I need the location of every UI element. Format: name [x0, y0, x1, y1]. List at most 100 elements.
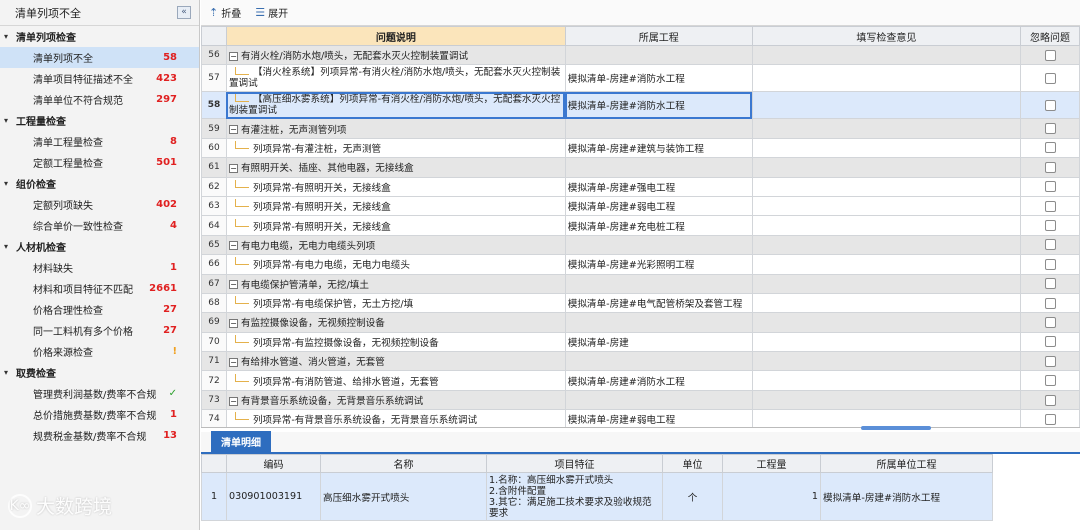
issue-description-cell[interactable]: 列项异常-有电力电缆，无电力电缆头 — [225, 254, 566, 275]
expand-caret-icon[interactable]: ▾ — [4, 116, 16, 125]
ignore-checkbox[interactable] — [1044, 316, 1056, 328]
project-cell[interactable] — [564, 273, 753, 294]
detail-unit[interactable]: 个 — [662, 472, 723, 521]
issue-group-row[interactable]: 73− 有背景音乐系统设备，无背景音乐系统调试 — [201, 389, 1080, 411]
ignore-checkbox[interactable] — [1044, 72, 1056, 84]
opinion-input-cell[interactable] — [751, 195, 1022, 217]
ignore-checkbox[interactable] — [1044, 123, 1056, 135]
sidebar-item[interactable]: 材料缺失 1 — [0, 257, 199, 278]
opinion-input-cell[interactable] — [751, 118, 1022, 139]
detail-owner[interactable]: 模拟清单-房建#消防水工程 — [820, 472, 993, 521]
sidebar-group[interactable]: ▾ 清单列项检查 — [0, 26, 199, 47]
ignore-checkbox[interactable] — [1044, 99, 1056, 111]
issue-description-cell[interactable]: − 有电力电缆，无电力电缆头列项 — [225, 234, 566, 256]
ignore-checkbox[interactable] — [1044, 278, 1056, 290]
detail-row[interactable]: 1 030901003191 高压细水雾开式喷头 1.名称：高压细水雾开式喷头 2.含附… — [201, 472, 993, 521]
opinion-input-cell[interactable] — [751, 389, 1022, 411]
issue-row[interactable]: 60 列项异常-有灌注桩，无声测管 模拟清单-房建#建筑与装饰工程 — [201, 137, 1080, 159]
project-cell[interactable]: 模拟清单-房建#消防水工程 — [564, 370, 753, 391]
expand-caret-icon[interactable]: ▾ — [4, 368, 16, 377]
issue-group-row[interactable]: 59− 有灌注桩，无声测管列项 — [201, 118, 1080, 139]
opinion-input-cell[interactable] — [751, 137, 1022, 159]
sidebar-item[interactable]: 清单单位不符合规范 297 — [0, 89, 199, 110]
opinion-input-cell[interactable] — [751, 351, 1022, 372]
issue-description-cell[interactable]: 列项异常-有照明开关，无接线盒 — [225, 215, 566, 236]
opinion-input-cell[interactable] — [751, 157, 1022, 178]
project-cell[interactable]: 模拟清单-房建#强电工程 — [564, 176, 753, 197]
sidebar-item[interactable]: 清单列项不全 58 — [0, 47, 199, 68]
ignore-checkbox[interactable] — [1044, 413, 1056, 425]
issue-description-cell[interactable]: − 有照明开关、插座、其他电器，无接线盒 — [225, 157, 566, 178]
detail-header-owner[interactable]: 所属单位工程 — [820, 454, 993, 473]
sidebar-group[interactable]: ▾ 取费检查 — [0, 362, 199, 383]
issue-group-row[interactable]: 71− 有给排水管道、消火管道，无套管 — [201, 351, 1080, 372]
issue-row[interactable]: 72 列项异常-有消防管道、给排水管道，无套管 模拟清单-房建#消防水工程 — [201, 370, 1080, 391]
project-cell[interactable] — [564, 389, 753, 411]
panel-splitter-handle[interactable] — [861, 426, 931, 430]
issue-group-row[interactable]: 69− 有监控摄像设备，无视频控制设备 — [201, 312, 1080, 333]
issue-description-cell[interactable]: 【高压细水雾系统】列项异常-有消火栓/消防水炮/喷头，无配套水灭火控制装置调试 — [225, 91, 566, 120]
project-cell[interactable] — [564, 118, 753, 139]
ignore-checkbox[interactable] — [1044, 239, 1056, 251]
ignore-checkbox[interactable] — [1044, 375, 1056, 387]
issue-description-cell[interactable]: − 有背景音乐系统设备，无背景音乐系统调试 — [225, 389, 566, 411]
column-header-project[interactable]: 所属工程 — [564, 26, 753, 46]
collapse-node-icon[interactable]: − — [228, 318, 238, 328]
opinion-input-cell[interactable] — [751, 273, 1022, 294]
issue-row[interactable]: 63 列项异常-有照明开关，无接线盒 模拟清单-房建#弱电工程 — [201, 195, 1080, 217]
project-cell[interactable] — [564, 234, 753, 256]
collapse-all-button[interactable]: ⇡ 折叠 — [209, 5, 241, 20]
detail-code[interactable]: 030901003191 — [226, 472, 321, 521]
expand-caret-icon[interactable]: ▾ — [4, 32, 16, 41]
issue-row[interactable]: 64 列项异常-有照明开关，无接线盒 模拟清单-房建#充电桩工程 — [201, 215, 1080, 236]
project-cell[interactable] — [564, 312, 753, 333]
ignore-checkbox[interactable] — [1044, 220, 1056, 232]
detail-header-name[interactable]: 名称 — [320, 454, 487, 473]
expand-caret-icon[interactable]: ▾ — [4, 179, 16, 188]
collapse-node-icon[interactable]: − — [228, 241, 238, 251]
opinion-input-cell[interactable] — [751, 331, 1022, 353]
expand-caret-icon[interactable]: ▾ — [4, 242, 16, 251]
sidebar-item[interactable]: 价格合理性检查 27 — [0, 299, 199, 320]
issue-description-cell[interactable]: 列项异常-有灌注桩，无声测管 — [225, 137, 566, 159]
detail-name[interactable]: 高压细水雾开式喷头 — [320, 472, 487, 521]
sidebar-item[interactable]: 清单项目特征描述不全 423 — [0, 68, 199, 89]
issue-row[interactable]: 66 列项异常-有电力电缆，无电力电缆头 模拟清单-房建#光彩照明工程 — [201, 254, 1080, 275]
project-cell[interactable]: 模拟清单-房建#建筑与装饰工程 — [564, 137, 753, 159]
detail-header-code[interactable]: 编码 — [226, 454, 321, 473]
ignore-checkbox[interactable] — [1044, 258, 1056, 270]
issue-group-row[interactable]: 56− 有消火栓/消防水炮/喷头，无配套水灭火控制装置调试 — [201, 44, 1080, 66]
collapse-sidebar-icon[interactable]: « — [177, 6, 191, 19]
detail-quantity[interactable]: 1 — [722, 472, 821, 521]
issue-description-cell[interactable]: 列项异常-有监控摄像设备，无视频控制设备 — [225, 331, 566, 353]
sidebar-item[interactable]: 规费税金基数/费率不合规 13 — [0, 425, 199, 446]
issue-description-cell[interactable]: − 有电缆保护管清单，无挖/填土 — [225, 273, 566, 294]
ignore-checkbox[interactable] — [1044, 200, 1056, 212]
issue-row[interactable]: 57 【消火栓系统】列项异常-有消火栓/消防水炮/喷头，无配套水灭火控制装置调试模… — [201, 64, 1080, 93]
project-cell[interactable]: 模拟清单-房建#消防水工程 — [564, 64, 753, 93]
project-cell[interactable]: 模拟清单-房建#弱电工程 — [564, 409, 753, 427]
issue-description-cell[interactable]: 列项异常-有电缆保护管，无土方挖/填 — [225, 292, 566, 314]
expand-all-button[interactable]: ☰ 展开 — [255, 5, 288, 20]
sidebar-item[interactable]: 管理费利润基数/费率不合规 ✓ — [0, 383, 199, 404]
opinion-input-cell[interactable] — [751, 292, 1022, 314]
collapse-node-icon[interactable]: − — [228, 357, 238, 367]
detail-row-number[interactable]: 1 — [201, 472, 227, 521]
project-cell[interactable]: 模拟清单-房建#充电桩工程 — [564, 215, 753, 236]
opinion-input-cell[interactable] — [751, 64, 1022, 93]
issue-description-cell[interactable]: − 有灌注桩，无声测管列项 — [225, 118, 566, 139]
collapse-node-icon[interactable]: − — [228, 396, 238, 406]
opinion-input-cell[interactable] — [751, 312, 1022, 333]
issue-description-cell[interactable]: − 有监控摄像设备，无视频控制设备 — [225, 312, 566, 333]
project-cell[interactable]: 模拟清单-房建#消防水工程 — [564, 91, 753, 120]
issue-description-cell[interactable]: − 有给排水管道、消火管道，无套管 — [225, 351, 566, 372]
sidebar-item[interactable]: 材料和项目特征不匹配 2661 — [0, 278, 199, 299]
opinion-input-cell[interactable] — [751, 91, 1022, 120]
detail-header-features[interactable]: 项目特征 — [486, 454, 663, 473]
ignore-checkbox[interactable] — [1044, 142, 1056, 154]
opinion-input-cell[interactable] — [751, 176, 1022, 197]
opinion-input-cell[interactable] — [751, 215, 1022, 236]
issue-description-cell[interactable]: 列项异常-有背景音乐系统设备，无背景音乐系统调试 — [225, 409, 566, 427]
issue-row[interactable]: 74 列项异常-有背景音乐系统设备，无背景音乐系统调试 模拟清单-房建#弱电工程 — [201, 409, 1080, 427]
sidebar-item[interactable]: 定额列项缺失 402 — [0, 194, 199, 215]
